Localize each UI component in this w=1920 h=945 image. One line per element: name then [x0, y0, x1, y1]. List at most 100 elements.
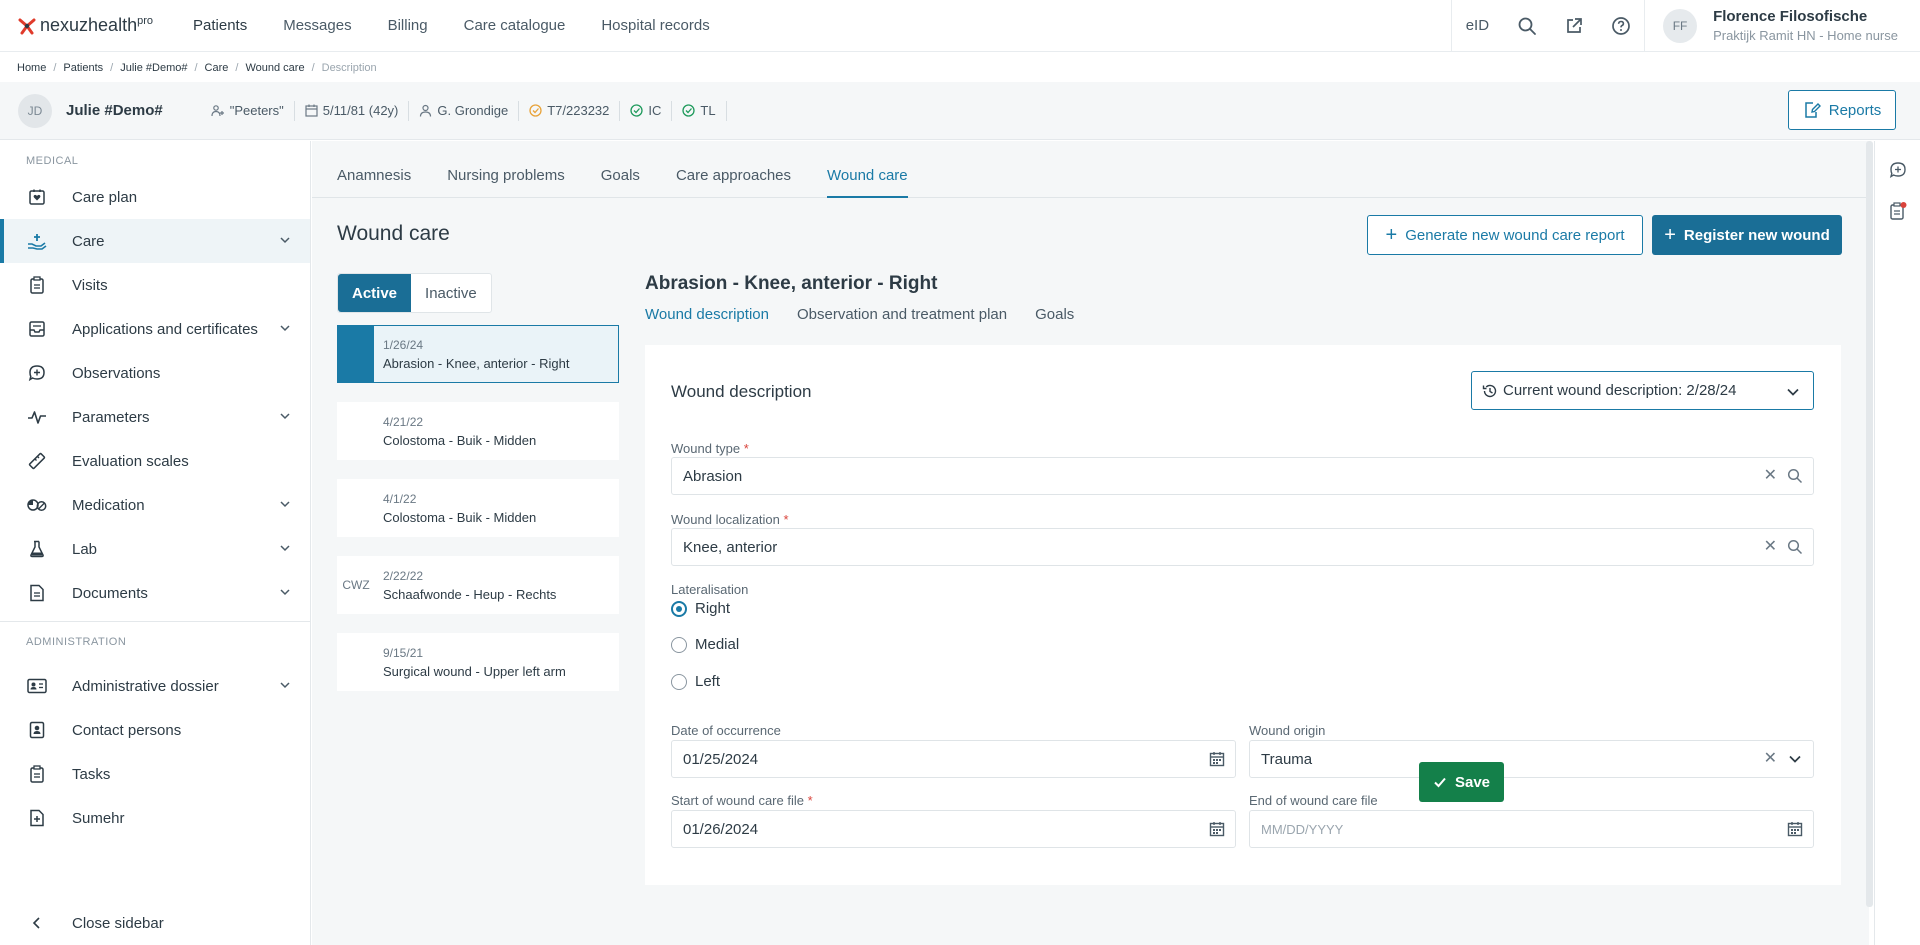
tasks-icon: [27, 764, 47, 784]
calendar-icon[interactable]: [1209, 751, 1225, 767]
sidebar-item-parameters[interactable]: Parameters: [0, 395, 310, 439]
breadcrumb-patient[interactable]: Julie #Demo#: [120, 62, 187, 74]
radio-dot: [671, 636, 687, 653]
radio-left[interactable]: Left: [671, 673, 720, 690]
wound-badge: [338, 326, 374, 382]
sidebar-item-sumehr[interactable]: Sumehr: [0, 796, 310, 840]
sidebar-item-documents[interactable]: Documents: [0, 571, 310, 615]
sidebar-item-lab[interactable]: Lab: [0, 527, 310, 571]
end-file-field[interactable]: MM/DD/YYYY: [1249, 810, 1814, 848]
breadcrumb-care[interactable]: Care: [205, 62, 229, 74]
patient-name[interactable]: Julie #Demo#: [66, 102, 163, 119]
wound-localization-field[interactable]: Knee, anterior ✕: [671, 528, 1814, 566]
breadcrumb-current: Description: [321, 61, 377, 74]
subtab-goals[interactable]: Goals: [1035, 306, 1074, 323]
nexuzhealth-logo-icon: [18, 18, 36, 34]
wound-list-item[interactable]: 9/15/21 Surgical wound - Upper left arm: [337, 633, 619, 691]
sidebar-item-applications[interactable]: Applications and certificates: [0, 307, 310, 351]
nav-care-catalogue[interactable]: Care catalogue: [464, 17, 566, 34]
clipboard-notification-icon[interactable]: [1889, 201, 1907, 221]
wound-list-item[interactable]: 4/21/22 Colostoma - Buik - Midden: [337, 402, 619, 460]
patient-bar: JD Julie #Demo# "Peeters" 5/11/81 (42y) …: [0, 82, 1920, 140]
wound-name: Colostoma - Buik - Midden: [383, 432, 537, 448]
generate-wound-care-report-button[interactable]: + Generate new wound care report: [1367, 215, 1643, 255]
sidebar-item-evaluation-scales[interactable]: Evaluation scales: [0, 439, 310, 483]
help-icon[interactable]: [1597, 0, 1644, 52]
user-info: Florence Filosofische Praktijk Ramit HN …: [1713, 8, 1898, 43]
current-description-select[interactable]: Current wound description: 2/28/24: [1471, 371, 1814, 410]
wound-name: Colostoma - Buik - Midden: [383, 509, 537, 525]
chevron-down-icon: [280, 325, 290, 332]
tab-anamnesis[interactable]: Anamnesis: [337, 167, 411, 197]
care-plan-icon: [27, 187, 47, 207]
chevron-down-icon: [280, 413, 290, 420]
start-file-field[interactable]: 01/26/2024: [671, 810, 1236, 848]
breadcrumb-wound-care[interactable]: Wound care: [245, 62, 304, 74]
clear-icon[interactable]: ✕: [1764, 539, 1777, 555]
wound-name: Surgical wound - Upper left arm: [383, 663, 566, 679]
wound-date: 4/21/22: [383, 414, 424, 429]
wound-type-label: Wound type *: [671, 441, 749, 456]
wound-type-field[interactable]: Abrasion ✕: [671, 457, 1814, 495]
tab-nursing-problems[interactable]: Nursing problems: [447, 167, 565, 197]
wound-list-item[interactable]: 4/1/22 Colostoma - Buik - Midden: [337, 479, 619, 537]
tab-care-approaches[interactable]: Care approaches: [676, 167, 791, 197]
nav-messages[interactable]: Messages: [283, 17, 351, 34]
sidebar-item-administrative-dossier[interactable]: Administrative dossier: [0, 664, 310, 708]
sidebar-item-care-plan[interactable]: Care plan: [0, 175, 310, 219]
sidebar-item-contact-persons[interactable]: Contact persons: [0, 708, 310, 752]
register-new-wound-button[interactable]: + Register new wound: [1652, 215, 1842, 255]
tab-wound-care[interactable]: Wound care: [827, 167, 908, 198]
radio-medial[interactable]: Medial: [671, 636, 739, 653]
date-of-occurrence-field[interactable]: 01/25/2024: [671, 740, 1236, 778]
nav-billing[interactable]: Billing: [388, 17, 428, 34]
inbox-icon: [27, 319, 47, 339]
care-tabs: Anamnesis Nursing problems Goals Care ap…: [312, 141, 1869, 198]
user-menu[interactable]: FF Florence Filosofische Praktijk Ramit …: [1644, 0, 1920, 52]
tab-goals[interactable]: Goals: [601, 167, 640, 197]
clear-icon[interactable]: ✕: [1764, 468, 1777, 484]
wound-list-item[interactable]: CWZ 2/22/22 Schaafwonde - Heup - Rechts: [337, 556, 619, 614]
scrollbar[interactable]: [1866, 141, 1873, 907]
nav-patients[interactable]: Patients: [193, 17, 247, 34]
sidebar-item-tasks[interactable]: Tasks: [0, 752, 310, 796]
subtab-wound-description[interactable]: Wound description: [645, 306, 769, 323]
sidebar-item-visits[interactable]: Visits: [0, 263, 310, 307]
wound-description-card: Wound description Current wound descript…: [645, 345, 1841, 885]
wound-list-item[interactable]: 1/26/24 Abrasion - Knee, anterior - Righ…: [337, 325, 619, 383]
search-icon[interactable]: [1787, 539, 1803, 555]
nav-hospital-records[interactable]: Hospital records: [601, 17, 709, 34]
search-icon[interactable]: [1787, 468, 1803, 484]
logo[interactable]: nexuzhealthpro: [18, 15, 193, 36]
external-link-icon[interactable]: [1550, 0, 1597, 52]
wound-date: 4/1/22: [383, 491, 417, 506]
subtab-observation-treatment[interactable]: Observation and treatment plan: [797, 306, 1007, 323]
save-button[interactable]: Save: [1419, 762, 1504, 802]
sidebar-item-care[interactable]: Care: [0, 219, 310, 263]
breadcrumb-patients[interactable]: Patients: [63, 62, 103, 74]
user-avatar: FF: [1663, 8, 1698, 43]
close-sidebar-button[interactable]: Close sidebar: [0, 901, 310, 945]
wound-name: Abrasion - Knee, anterior - Right: [383, 355, 570, 371]
chat-plus-icon[interactable]: [1889, 161, 1907, 179]
search-icon[interactable]: [1503, 0, 1550, 52]
wound-origin-select[interactable]: Trauma ✕: [1249, 740, 1814, 778]
patient-avatar: JD: [18, 93, 52, 128]
flask-icon: [27, 539, 47, 559]
check-icon: [1434, 777, 1446, 788]
toggle-inactive[interactable]: Inactive: [411, 274, 491, 312]
sidebar-section-administration: ADMINISTRATION: [26, 636, 127, 648]
breadcrumb-home[interactable]: Home: [17, 62, 46, 74]
reports-button[interactable]: Reports: [1788, 90, 1896, 130]
sidebar-item-observations[interactable]: Observations: [0, 351, 310, 395]
radio-right[interactable]: Right: [671, 600, 730, 617]
chevron-down-icon: [280, 237, 290, 244]
patient-chip-tl: TL: [672, 100, 727, 121]
page-title: Wound care: [337, 222, 450, 245]
calendar-icon[interactable]: [1209, 821, 1225, 837]
clear-icon[interactable]: ✕: [1764, 751, 1777, 767]
calendar-icon[interactable]: [1787, 821, 1803, 837]
toggle-active[interactable]: Active: [338, 274, 412, 312]
sidebar-item-medication[interactable]: Medication: [0, 483, 310, 527]
eid-button[interactable]: eID: [1450, 0, 1503, 52]
